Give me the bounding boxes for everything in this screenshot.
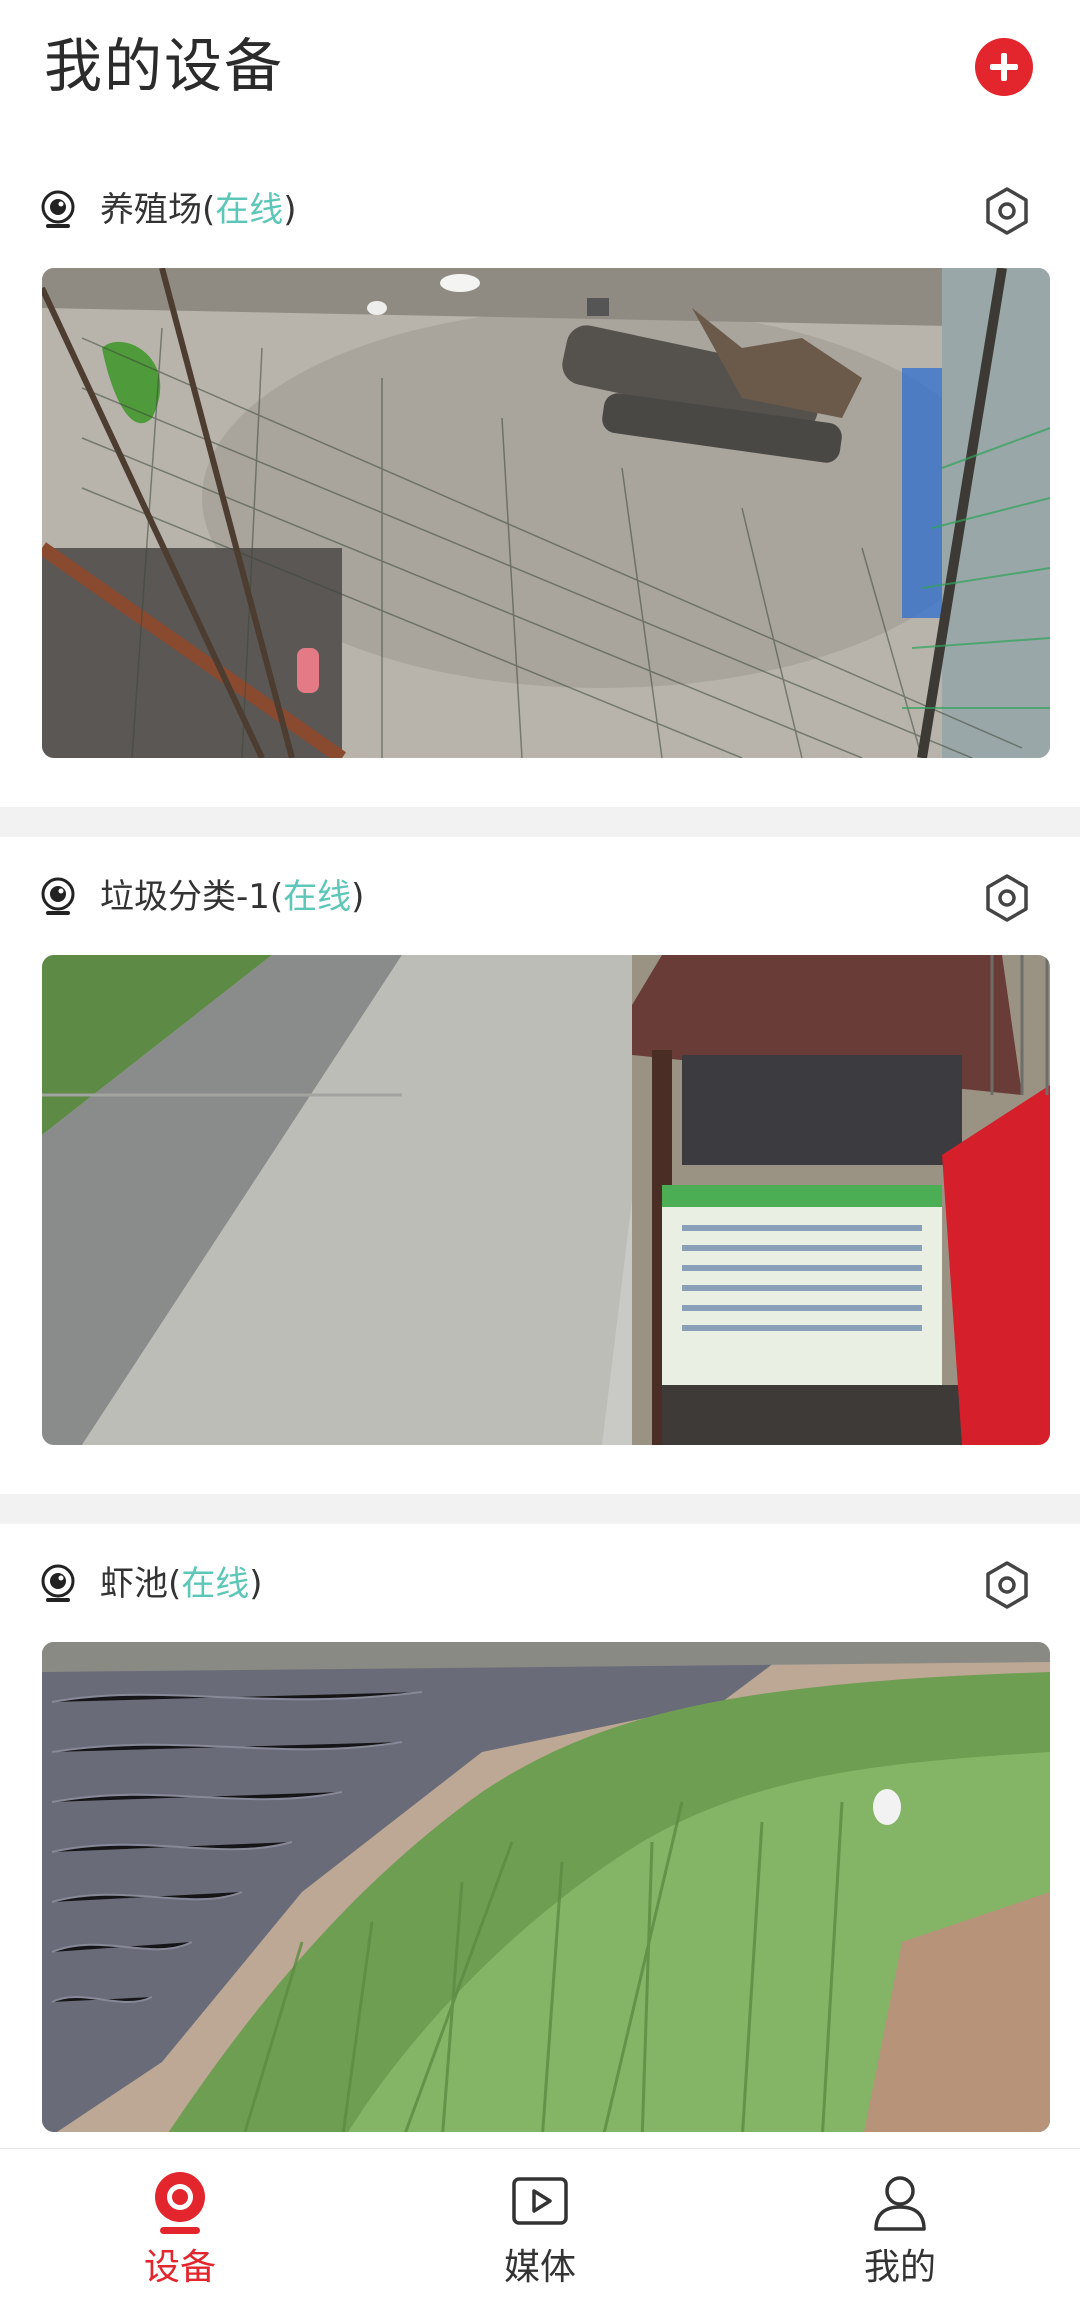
garbage-station-camera-preview[interactable] — [42, 955, 1050, 1445]
device-card-header: 虾池(在线) — [0, 1524, 1080, 1642]
device-label: 垃圾分类-1 — [100, 877, 270, 917]
tab-label: 我的 — [863, 2247, 936, 2288]
settings-hexagon-icon[interactable] — [982, 1560, 1032, 1610]
device-name: 垃圾分类-1(在线) — [100, 869, 364, 925]
app-header: 我的设备 — [0, 0, 1080, 150]
tab-label: 设备 — [143, 2247, 216, 2288]
device-card[interactable]: 虾池(在线) — [0, 1524, 1080, 2181]
device-name: 养殖场(在线) — [100, 182, 297, 238]
tab-devices[interactable]: 设备 — [0, 2149, 360, 2307]
user-icon — [874, 2176, 926, 2231]
settings-hexagon-icon[interactable] — [982, 873, 1032, 923]
camera-icon — [41, 190, 75, 228]
section-divider — [0, 807, 1080, 837]
device-label: 虾池 — [100, 1564, 168, 1604]
status-badge: 在线 — [215, 190, 284, 230]
page-title: 我的设备 — [44, 32, 285, 100]
status-open-paren: ( — [269, 877, 284, 917]
status-badge: 在线 — [181, 1564, 250, 1604]
status-open-paren: ( — [168, 1564, 182, 1604]
device-label: 养殖场 — [100, 190, 202, 230]
device-card-header: 养殖场(在线) — [0, 150, 1080, 268]
farmyard-camera-preview[interactable] — [42, 268, 1050, 758]
add-device-button[interactable] — [974, 37, 1034, 97]
status-close-paren: ) — [249, 1564, 263, 1604]
plus-circle-icon — [975, 38, 1033, 96]
device-card-header: 垃圾分类-1(在线) — [0, 837, 1080, 955]
device-card[interactable]: 垃圾分类-1(在线) — [0, 837, 1080, 1494]
status-close-paren: ) — [351, 877, 365, 917]
camera-icon — [41, 877, 75, 915]
status-close-paren: ) — [283, 190, 297, 230]
status-open-paren: ( — [202, 190, 216, 230]
settings-hexagon-icon[interactable] — [982, 186, 1032, 236]
tab-label: 媒体 — [503, 2247, 576, 2288]
section-divider — [0, 1494, 1080, 1524]
device-name: 虾池(在线) — [100, 1556, 263, 1612]
camera-icon — [155, 2172, 205, 2234]
camera-icon — [41, 1564, 75, 1602]
video-play-icon — [512, 2177, 568, 2225]
tab-media[interactable]: 媒体 — [360, 2149, 720, 2307]
device-card[interactable]: 养殖场(在线) — [0, 150, 1080, 807]
bottom-tab-bar: 设备 媒体 我的 — [0, 2148, 1080, 2307]
shrimp-pond-camera-preview[interactable] — [42, 1642, 1050, 2132]
tab-profile[interactable]: 我的 — [720, 2149, 1080, 2307]
status-badge: 在线 — [283, 877, 352, 917]
